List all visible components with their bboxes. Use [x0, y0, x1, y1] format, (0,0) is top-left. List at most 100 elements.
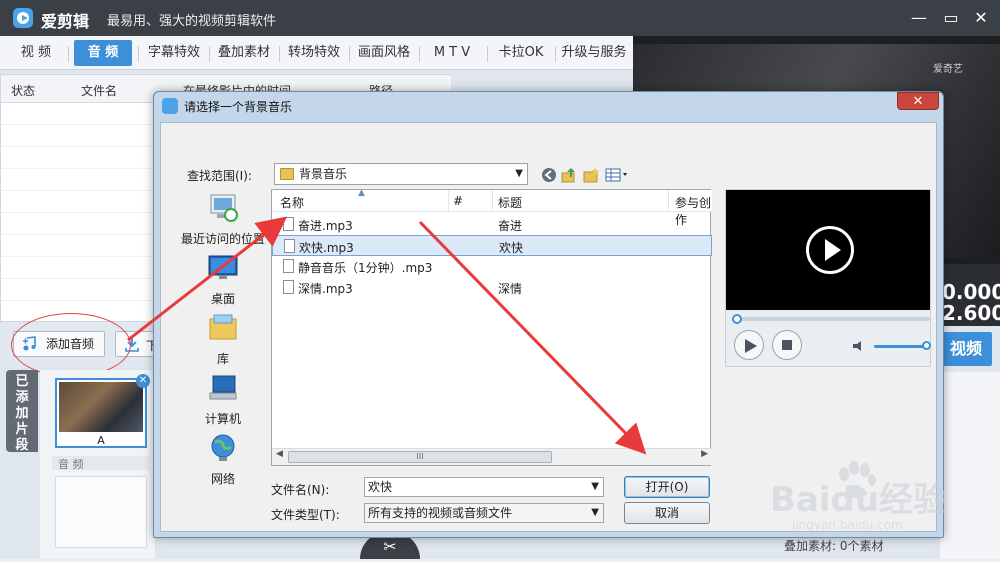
recent-places-icon	[210, 194, 238, 222]
network-globe-icon	[211, 434, 235, 461]
added-clips-label: 已添加片段	[15, 374, 29, 453]
column-separator[interactable]	[492, 190, 493, 212]
tab-separator	[487, 46, 488, 62]
file-icon	[283, 259, 294, 273]
audio-track-box	[55, 476, 147, 548]
file-name: 深情.mp3	[298, 282, 353, 296]
place-computer-label: 计算机	[204, 412, 241, 426]
maximize-button[interactable]: ▭	[938, 6, 964, 30]
added-clips-side-tab[interactable]: 已添加片段	[6, 370, 38, 453]
lookin-combo[interactable]: 背景音乐 ▼	[274, 163, 528, 185]
column-separator[interactable]	[668, 190, 669, 212]
tab-overlay-material[interactable]: 叠加素材	[212, 40, 276, 66]
lookin-label: 查找范围(I):	[187, 169, 252, 183]
place-libraries[interactable]: 库	[177, 313, 269, 367]
tab-audio[interactable]: 音 频	[74, 40, 132, 66]
file-name: 奋进.mp3	[298, 219, 353, 233]
file-list: 名称 ▲ # 标题 参与创作 奋进.mp3 奋进 欢快.mp3 欢快 静音音乐（…	[271, 188, 712, 466]
clip-remove-icon[interactable]: ✕	[136, 374, 150, 388]
file-title: 深情	[498, 282, 523, 296]
place-desktop-label: 桌面	[210, 292, 235, 306]
scroll-left-icon[interactable]: ◀	[276, 449, 283, 459]
sort-arrow-icon: ▲	[358, 188, 365, 198]
clip-thumbnail[interactable]: A	[55, 378, 147, 448]
tab-subtitle-effects[interactable]: 字幕特效	[142, 40, 206, 66]
tab-picture-style[interactable]: 画面风格	[352, 40, 416, 66]
play-icon	[745, 339, 757, 353]
tab-karaoke[interactable]: 卡拉OK	[490, 40, 552, 66]
place-network-label: 网络	[210, 472, 235, 486]
file-title: 奋进	[498, 219, 523, 233]
column-title[interactable]: 标题	[498, 194, 522, 211]
column-separator[interactable]	[448, 190, 449, 212]
app-window: 爱剪辑 最易用、强大的视频剪辑软件 — ▭ ✕ 视 频 音 频 字幕特效 叠加素…	[0, 0, 1000, 559]
tab-separator	[68, 46, 69, 62]
column-name[interactable]: 名称	[280, 194, 304, 211]
view-menu-icon[interactable]	[605, 167, 631, 183]
places-bar: 最近访问的位置 桌面 库 计算机 网络	[177, 189, 269, 539]
libraries-icon	[209, 314, 237, 340]
filename-input[interactable]: 欢快 ▼	[364, 477, 604, 497]
tab-mtv[interactable]: M T V	[422, 40, 482, 66]
column-filename[interactable]: 文件名	[81, 82, 117, 99]
file-row[interactable]: 静音音乐（1分钟）.mp3	[272, 256, 712, 277]
scroll-right-icon[interactable]: ▶	[701, 449, 708, 459]
file-row[interactable]: 奋进.mp3 奋进	[272, 214, 712, 235]
tab-transition-effects[interactable]: 转场特效	[282, 40, 346, 66]
preview-stop-button[interactable]	[772, 330, 802, 360]
file-row[interactable]: 深情.mp3 深情	[272, 277, 712, 298]
title-bar: 爱剪辑 最易用、强大的视频剪辑软件 — ▭ ✕	[0, 0, 1000, 36]
volume-slider-knob[interactable]	[922, 341, 931, 350]
minimize-button[interactable]: —	[906, 6, 932, 30]
computer-icon	[209, 375, 237, 400]
desktop-icon	[208, 255, 238, 279]
tab-separator	[555, 46, 556, 62]
dialog-title: 请选择一个背景音乐	[184, 100, 293, 114]
main-tab-bar: 视 频 音 频 字幕特效 叠加素材 转场特效 画面风格 M T V 卡拉OK 升…	[0, 36, 633, 70]
cancel-button[interactable]: 取消	[624, 502, 710, 524]
tab-separator	[138, 46, 139, 62]
preview-progress-knob[interactable]	[732, 314, 742, 324]
folder-icon	[280, 168, 294, 180]
chevron-down-icon[interactable]: ▼	[591, 478, 599, 496]
column-status[interactable]: 状态	[11, 82, 35, 99]
place-libraries-label: 库	[216, 352, 229, 366]
export-video-button[interactable]: 视频	[940, 332, 992, 366]
dialog-close-button[interactable]: ✕	[897, 92, 939, 110]
filename-label: 文件名(N):	[271, 483, 330, 497]
file-row-selected[interactable]: 欢快.mp3 欢快	[272, 235, 712, 256]
preview-video	[726, 190, 930, 310]
preview-progress-track[interactable]	[736, 317, 930, 321]
open-button[interactable]: 打开(O)	[624, 476, 710, 498]
place-network[interactable]: 网络	[177, 433, 269, 487]
tab-upgrade-service[interactable]: 升级与服务	[558, 40, 630, 66]
filetype-value: 所有支持的视频或音频文件	[368, 506, 513, 520]
place-recent[interactable]: 最近访问的位置	[177, 193, 269, 247]
chevron-down-icon: ▼	[591, 507, 599, 518]
up-folder-icon[interactable]	[561, 167, 577, 183]
filetype-select[interactable]: 所有支持的视频或音频文件 ▼	[364, 503, 604, 523]
column-number[interactable]: #	[453, 194, 463, 208]
volume-icon[interactable]	[852, 340, 868, 352]
scrollbar-thumb[interactable]: III	[288, 451, 552, 463]
tab-separator	[419, 46, 420, 62]
close-button[interactable]: ✕	[968, 6, 994, 30]
horizontal-scrollbar[interactable]: ◀ III ▶	[272, 448, 712, 465]
play-circle-icon[interactable]	[806, 226, 854, 274]
place-desktop[interactable]: 桌面	[177, 253, 269, 307]
file-icon	[283, 280, 294, 294]
app-name: 爱剪辑	[41, 12, 90, 31]
baidu-brand-text: Baidu经验	[770, 480, 948, 520]
new-folder-icon[interactable]	[583, 167, 599, 183]
volume-slider-track[interactable]	[874, 345, 926, 348]
time-readout-2: 2.600	[942, 301, 1000, 325]
baidu-watermark: Baidu经验 jingyan.baidu.com	[762, 460, 962, 540]
file-name: 静音音乐（1分钟）.mp3	[298, 261, 433, 275]
preview-play-button[interactable]	[734, 330, 764, 360]
tab-separator	[279, 46, 280, 62]
baidu-url-text: jingyan.baidu.com	[792, 518, 903, 532]
back-icon[interactable]	[541, 167, 557, 183]
tab-video[interactable]: 视 频	[8, 40, 64, 66]
place-computer[interactable]: 计算机	[177, 373, 269, 427]
dialog-app-icon	[162, 98, 178, 114]
